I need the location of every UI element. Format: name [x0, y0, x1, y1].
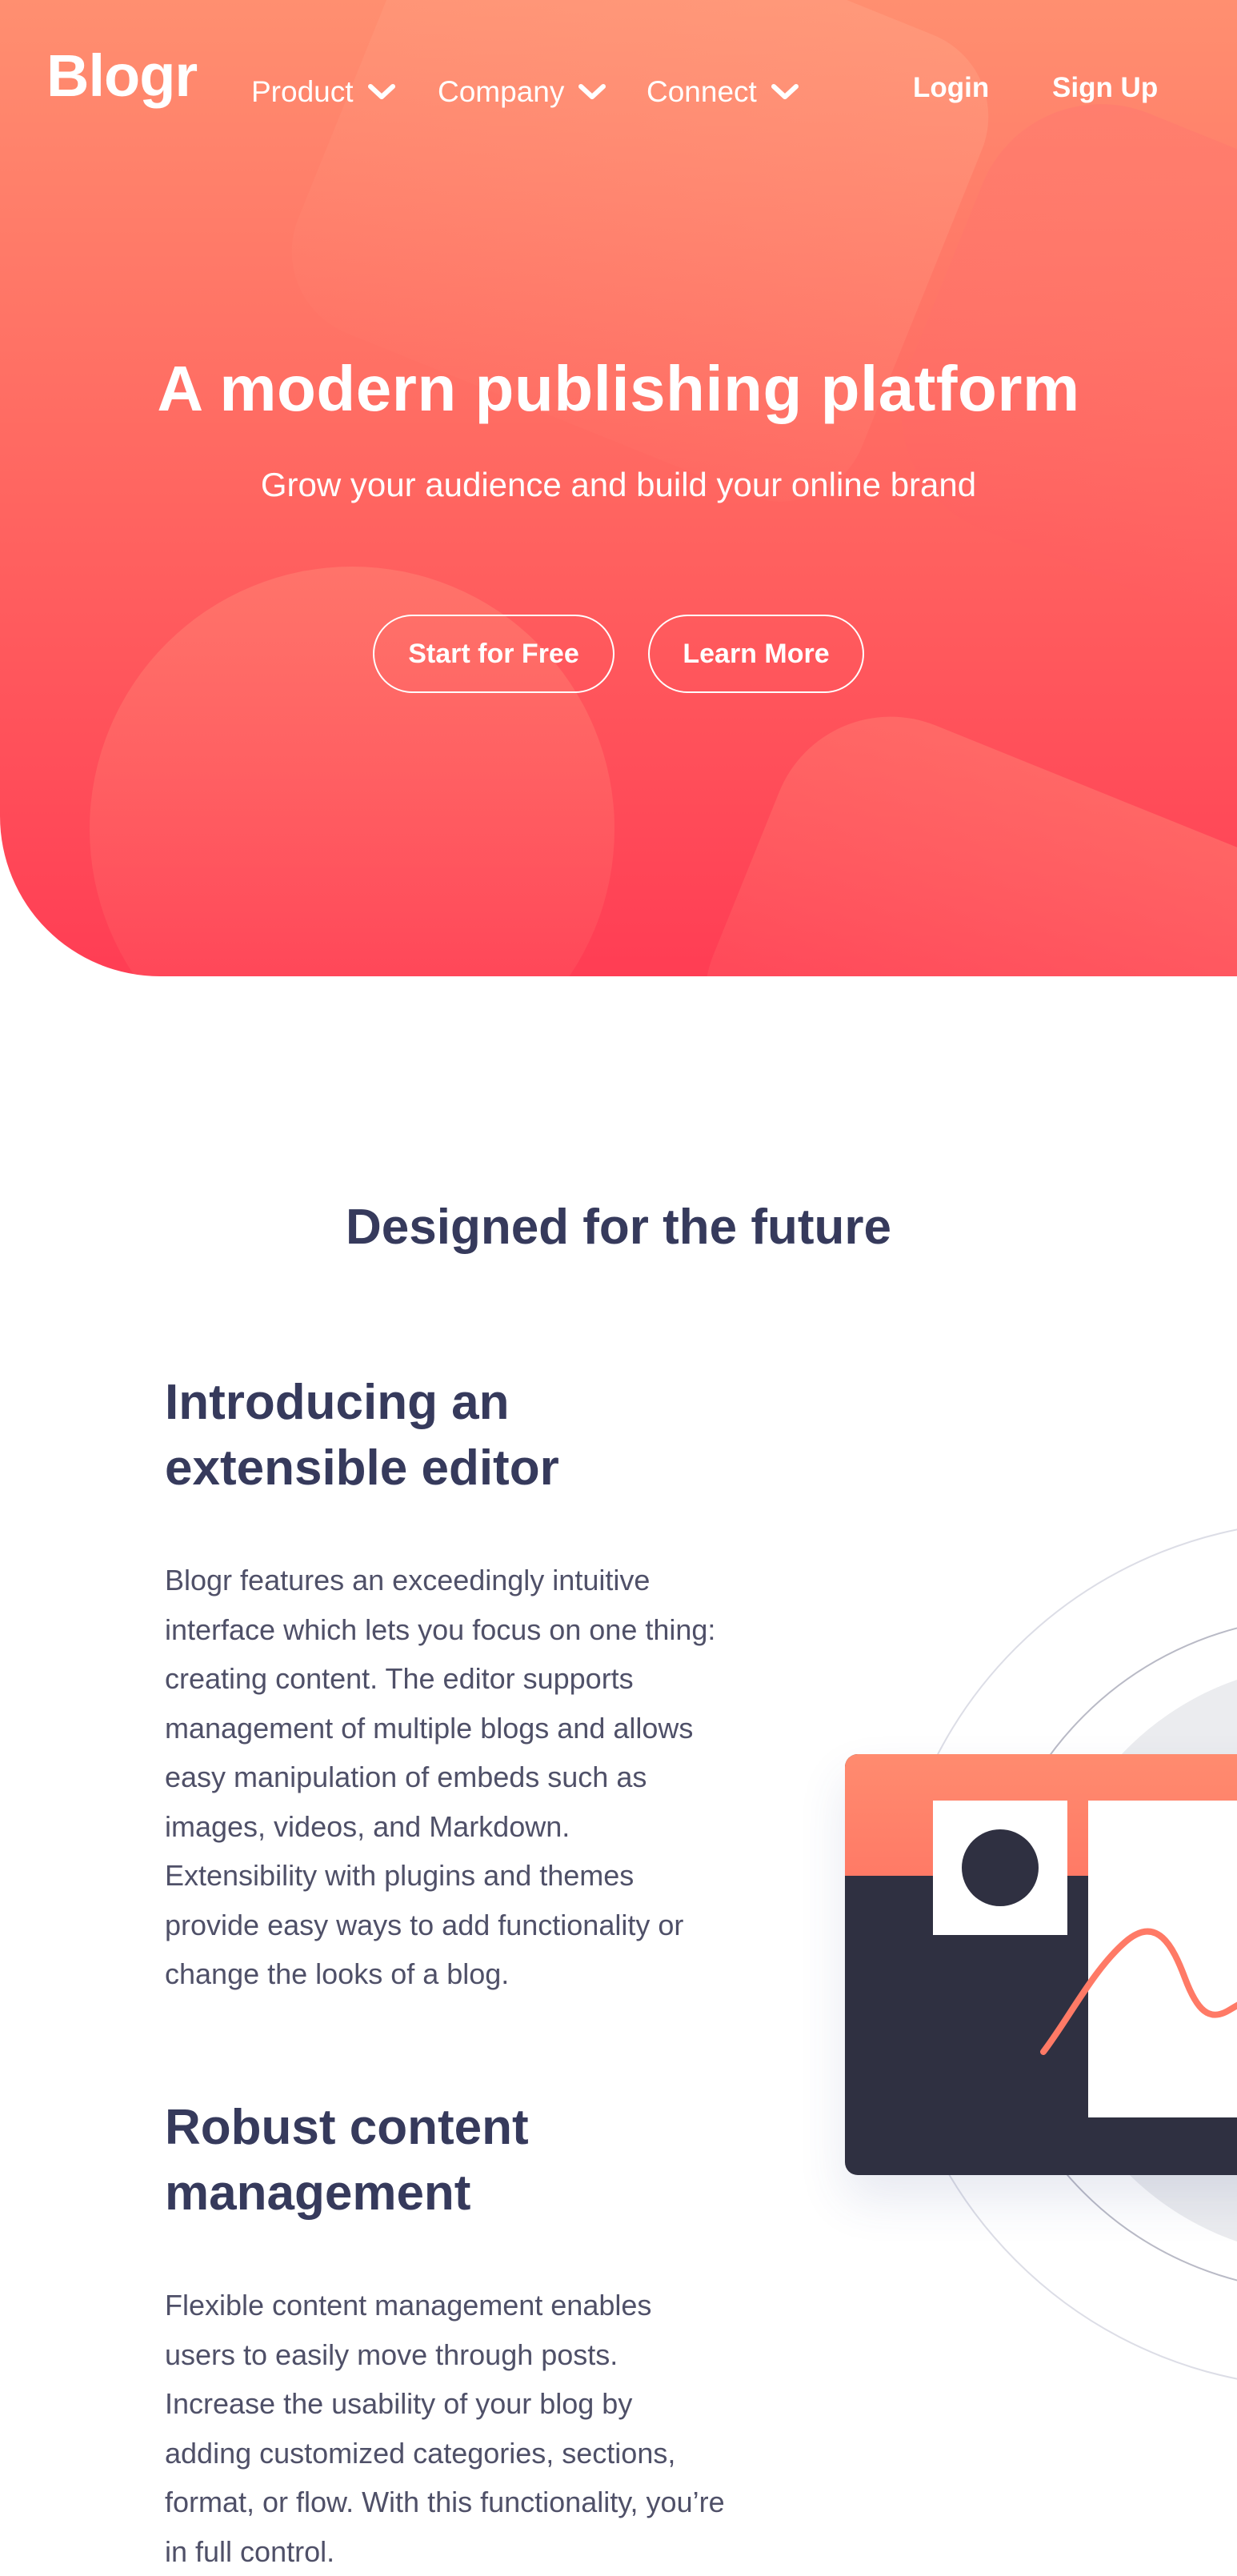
- top-navigation: Blogr Product Company Connect Login Sign…: [0, 0, 1237, 176]
- signup-link[interactable]: Sign Up: [1052, 72, 1158, 104]
- hero-subtitle: Grow your audience and build your online…: [260, 466, 977, 503]
- nav-menu-label: Company: [438, 75, 565, 108]
- chevron-down-icon: [578, 84, 606, 99]
- section-title: Designed for the future: [345, 1200, 892, 1255]
- nav-menu-company[interactable]: Company: [438, 75, 606, 109]
- brand-logo[interactable]: Blogr: [46, 42, 198, 110]
- chevron-down-icon: [367, 84, 395, 99]
- hero-decor-shape: [668, 680, 1237, 976]
- feature-text-editor: Blogr features an exceedingly intuitive …: [165, 1564, 716, 1990]
- nav-menu-label: Product: [251, 75, 354, 108]
- hero-title: A modern publishing platform: [157, 353, 1080, 424]
- wave-line-graphic: [1040, 1928, 1237, 2055]
- circle-icon: [962, 1829, 1039, 1906]
- editor-illustration: [800, 1504, 1237, 2401]
- login-link[interactable]: Login: [913, 72, 989, 104]
- nav-menu-product[interactable]: Product: [251, 75, 395, 109]
- hero-section: Blogr Product Company Connect Login Sign…: [0, 0, 1237, 976]
- chevron-down-icon: [771, 84, 799, 99]
- feature-heading-editor: Introducing an extensible editor: [165, 1375, 559, 1496]
- learn-more-button[interactable]: Learn More: [648, 615, 864, 693]
- start-for-free-button[interactable]: Start for Free: [373, 615, 614, 693]
- nav-menu-connect[interactable]: Connect: [647, 75, 799, 109]
- feature-heading-content-management: Robust content management: [165, 2100, 529, 2221]
- nav-menu-label: Connect: [647, 75, 757, 108]
- feature-text-content-management: Flexible content management enables user…: [165, 2289, 725, 2568]
- editor-window-graphic: [845, 1754, 1237, 2175]
